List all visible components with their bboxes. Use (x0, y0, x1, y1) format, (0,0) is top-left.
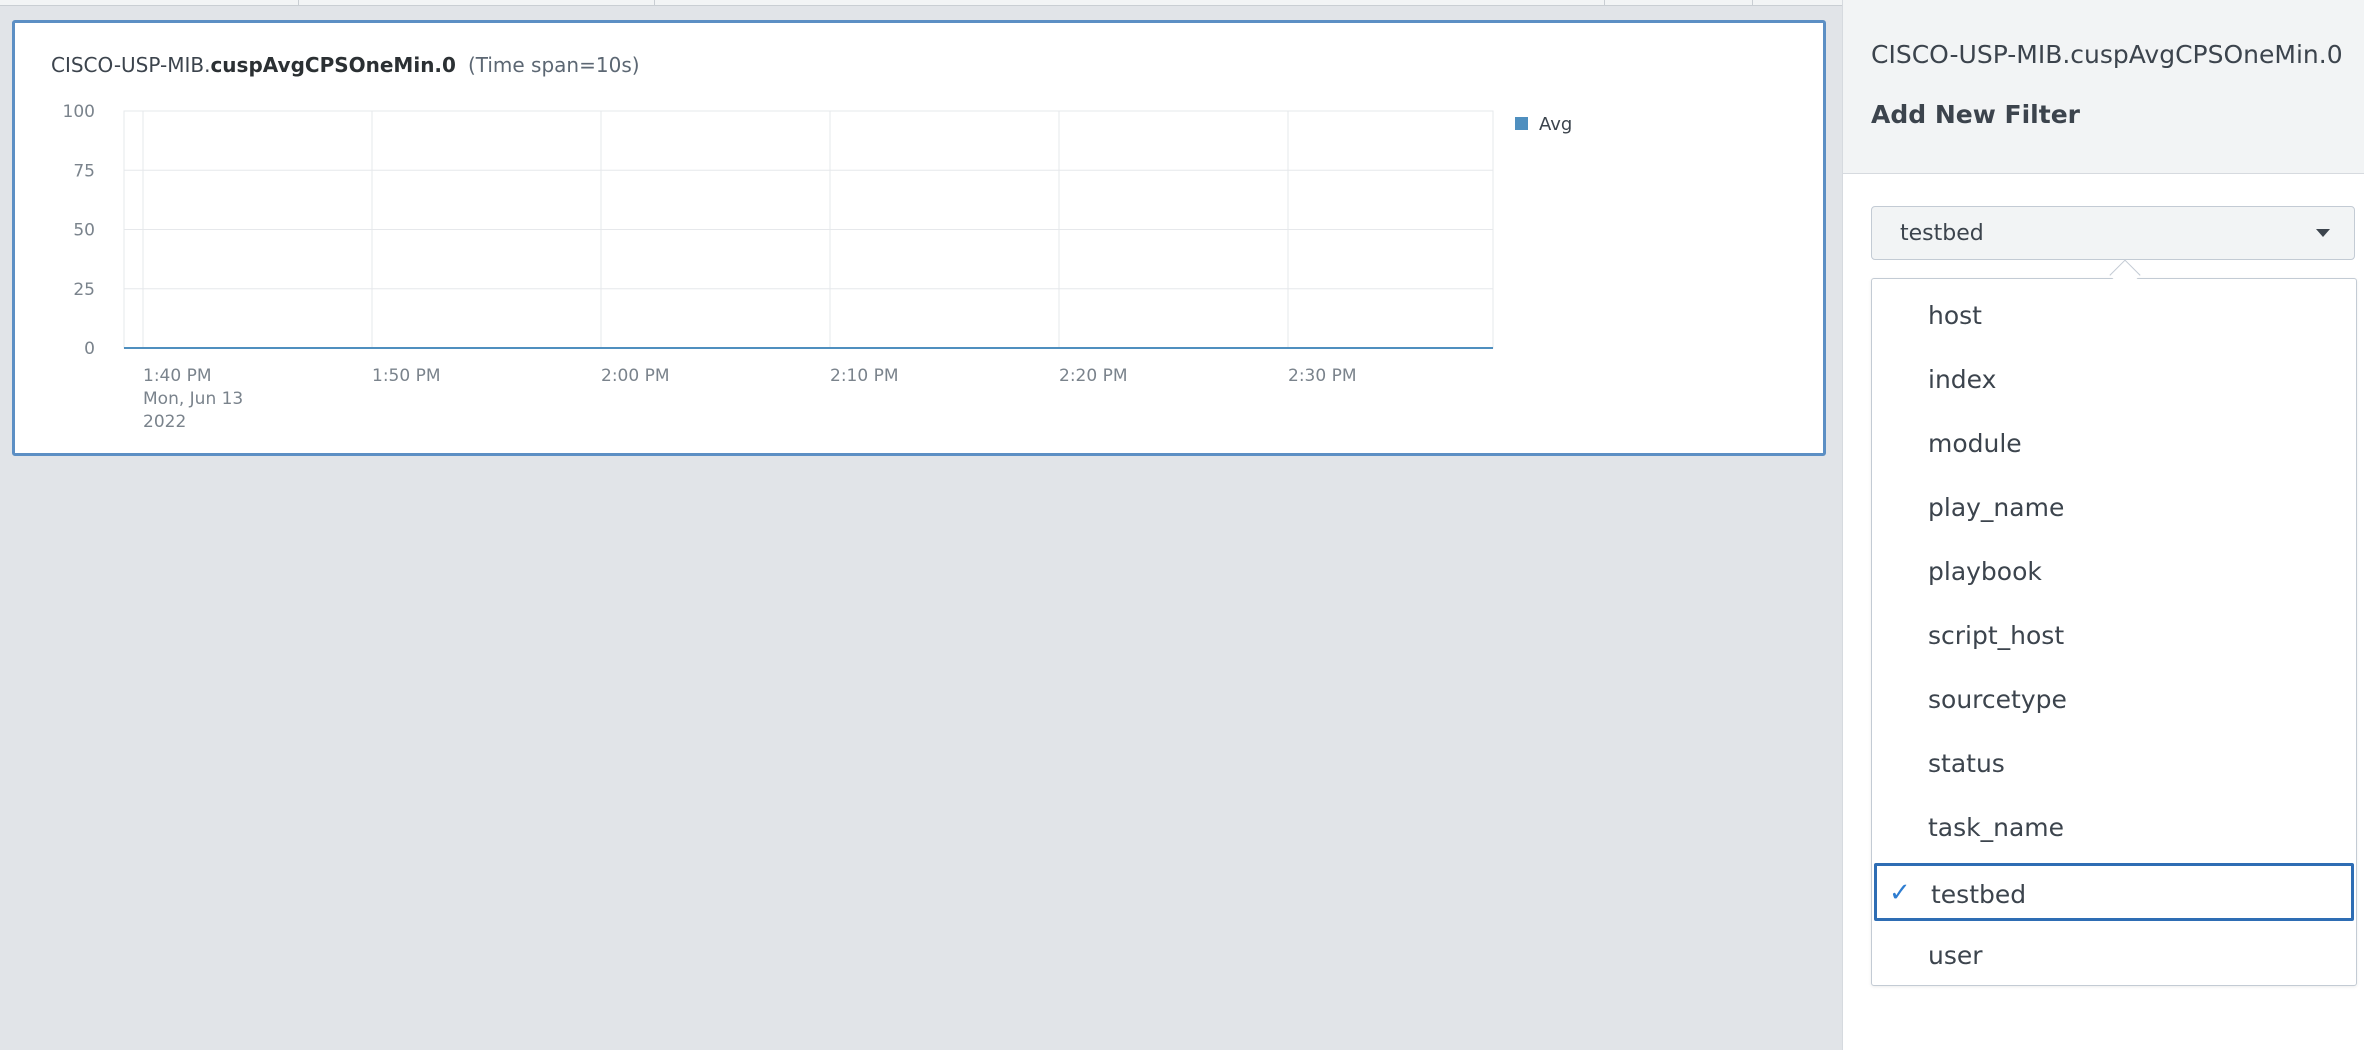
filter-option-label: index (1928, 365, 1997, 394)
filter-option-task-name[interactable]: task_name (1874, 799, 2354, 857)
y-tick-label: 100 (63, 102, 95, 122)
filter-option-script-host[interactable]: script_host (1874, 607, 2354, 665)
side-metric-title: CISCO-USP-MIB.cuspAvgCPSOneMin.0 (1871, 40, 2343, 69)
y-tick-label: 75 (73, 161, 95, 181)
filter-field-select[interactable]: testbed (1871, 206, 2355, 260)
filter-option-sourcetype[interactable]: sourcetype (1874, 671, 2354, 729)
x-tick-label: 1:50 PM (372, 366, 441, 386)
filter-option-label: play_name (1928, 493, 2065, 522)
strip-separator (1752, 0, 1753, 6)
filter-option-testbed[interactable]: ✓ testbed (1874, 863, 2354, 921)
filter-option-label: playbook (1928, 557, 2042, 586)
y-tick-label: 25 (73, 280, 95, 300)
x-tick-label: 2:10 PM (830, 366, 899, 386)
y-tick-label: 0 (84, 339, 95, 359)
caret-down-icon (2316, 229, 2330, 237)
x-tick-label: 2:20 PM (1059, 366, 1128, 386)
add-filter-heading: Add New Filter (1871, 100, 2080, 129)
filter-options-dropdown: host index module play_name playbook script_h… (1871, 278, 2357, 986)
x-tick-sublabel: Mon, Jun 13 (143, 389, 243, 409)
filter-option-label: task_name (1928, 813, 2065, 842)
strip-separator (298, 0, 299, 6)
x-tick-label: 2:00 PM (601, 366, 670, 386)
filter-option-label: sourcetype (1928, 685, 2067, 714)
filter-option-index[interactable]: index (1874, 351, 2354, 409)
x-tick-label: 2:30 PM (1288, 366, 1357, 386)
filter-option-label: host (1928, 301, 1982, 330)
chart-panel[interactable]: CISCO-USP-MIB.cuspAvgCPSOneMin.0 (Time sp… (12, 20, 1826, 456)
legend-label: Avg (1539, 114, 1572, 135)
filter-option-label: testbed (1931, 880, 2027, 909)
strip-separator (1604, 0, 1605, 6)
filter-option-label: script_host (1928, 621, 2065, 650)
side-panel-header: CISCO-USP-MIB.cuspAvgCPSOneMin.0 Add New… (1843, 0, 2364, 174)
filter-option-playbook[interactable]: playbook (1874, 543, 2354, 601)
filter-option-label: module (1928, 429, 2022, 458)
filter-side-panel: CISCO-USP-MIB.cuspAvgCPSOneMin.0 Add New… (1842, 0, 2364, 1050)
checkmark-icon: ✓ (1889, 878, 1911, 908)
filter-option-user[interactable]: user (1874, 927, 2354, 985)
filter-option-label: user (1928, 941, 1983, 970)
top-toolbar-strip (0, 0, 1842, 6)
filter-option-status[interactable]: status (1874, 735, 2354, 793)
filter-option-module[interactable]: module (1874, 415, 2354, 473)
x-tick-label: 1:40 PM (143, 366, 212, 386)
y-tick-label: 50 (73, 221, 95, 241)
x-tick-sublabel: 2022 (143, 412, 186, 432)
legend-swatch (1515, 117, 1528, 130)
filter-select-value: testbed (1900, 221, 1984, 246)
filter-option-play-name[interactable]: play_name (1874, 479, 2354, 537)
line-chart[interactable]: 100 75 50 25 0 1:40 PM 1:50 PM 2:00 PM 2:10 PM 2:… (15, 23, 1823, 453)
strip-separator (654, 0, 655, 6)
filter-option-label: status (1928, 749, 2005, 778)
filter-option-host[interactable]: host (1874, 287, 2354, 345)
